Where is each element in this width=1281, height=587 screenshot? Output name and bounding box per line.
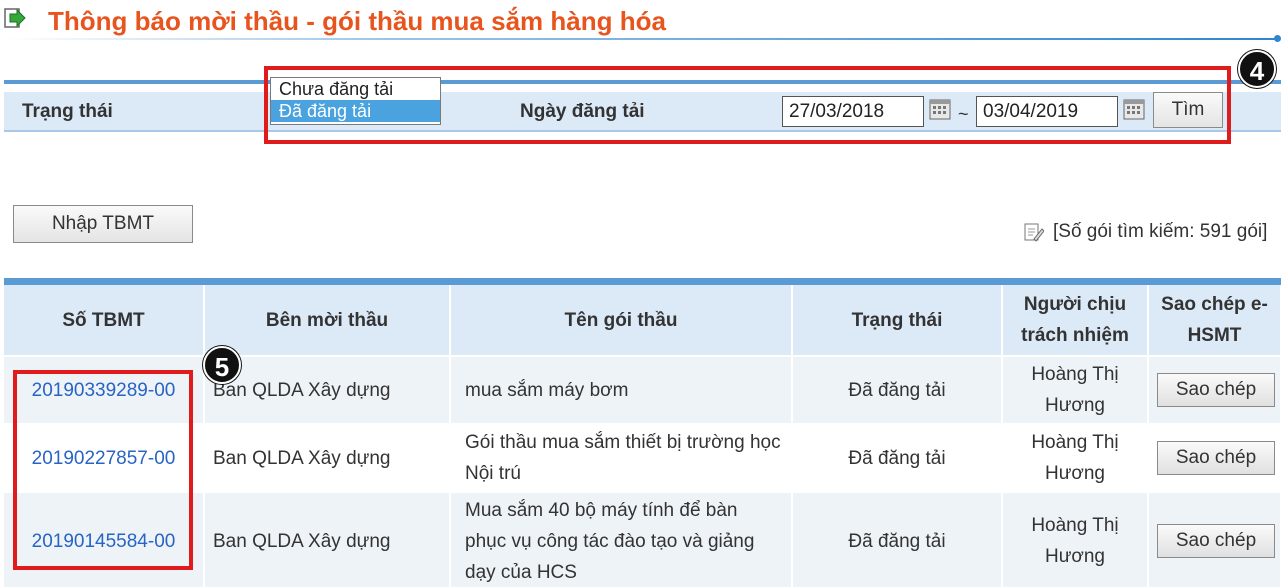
table-row: 20190145584-00 Ban QLDA Xây dựng Mua sắm… [4, 492, 1281, 587]
annotation-badge-5: 5 [203, 346, 241, 384]
document-edit-icon [1024, 223, 1044, 242]
page-title: Thông báo mời thầu - gói thầu mua sắm hà… [48, 6, 666, 36]
table-cell-status: Đã đăng tải [792, 492, 1003, 587]
annotation-badge-4: 4 [1238, 50, 1276, 88]
copy-button[interactable]: Sao chép [1157, 524, 1275, 558]
column-header-inviter: Bên mời thầu [204, 285, 451, 357]
table-cell-package: Mua sắm 40 bộ máy tính để bàn phục vụ cô… [450, 492, 793, 587]
page-header: Thông báo mời thầu - gói thầu mua sắm hà… [0, 0, 1281, 44]
status-listbox[interactable]: Chưa đăng tải Đã đăng tải [270, 77, 441, 125]
column-header-status: Trạng thái [792, 285, 1003, 357]
result-count: [Số gói tìm kiếm: 591 gói] [1053, 221, 1268, 242]
add-tbmt-button[interactable]: Nhập TBMT [13, 205, 193, 243]
copy-button[interactable]: Sao chép [1157, 441, 1275, 475]
date-to-input[interactable]: 03/04/2019 [976, 96, 1118, 127]
table-cell-person: Hoàng Thị Hương [1002, 424, 1149, 493]
copy-button[interactable]: Sao chép [1157, 373, 1275, 407]
tbmt-link[interactable]: 20190145584-00 [32, 531, 176, 552]
date-from-input[interactable]: 27/03/2018 [782, 96, 924, 127]
status-option-unpublished[interactable]: Chưa đăng tải [271, 78, 440, 100]
column-header-person: Người chịu trách nhiệm [1002, 285, 1149, 357]
column-header-package: Tên gói thầu [450, 285, 793, 357]
title-divider-dot [1274, 35, 1281, 42]
table-cell-package: mua sắm máy bơm [450, 356, 793, 425]
tbmt-link[interactable]: 20190227857-00 [32, 448, 176, 469]
table-cell-person: Hoàng Thị Hương [1002, 492, 1149, 587]
table-cell-status: Đã đăng tải [792, 424, 1003, 493]
table-row: 20190339289-00 Ban QLDA Xây dựng mua sắm… [4, 356, 1281, 425]
column-header-copy: Sao chép e-HSMT [1148, 285, 1281, 357]
tbmt-link[interactable]: 20190339289-00 [32, 380, 176, 401]
table-cell-package: Gói thầu mua sắm thiết bị trường học Nội… [450, 424, 793, 493]
status-option-published[interactable]: Đã đăng tải [271, 100, 440, 122]
filter-bar: Trạng thái Chưa đăng tải Đã đăng tải Ngà… [0, 77, 1281, 140]
arrow-right-icon [4, 8, 26, 28]
table-cell-person: Hoàng Thị Hương [1002, 356, 1149, 425]
table-row: 20190227857-00 Ban QLDA Xây dựng Gói thầ… [4, 424, 1281, 493]
status-label: Trạng thái [22, 101, 113, 122]
title-divider [6, 38, 1278, 40]
calendar-icon[interactable] [929, 98, 951, 120]
date-label: Ngày đăng tải [520, 101, 645, 122]
search-button[interactable]: Tìm [1153, 92, 1223, 128]
date-separator: ~ [958, 104, 969, 124]
table-cell-status: Đã đăng tải [792, 356, 1003, 425]
column-header-tbmt: Số TBMT [4, 285, 205, 357]
table-cell-inviter: Ban QLDA Xây dựng [204, 424, 451, 493]
calendar-icon[interactable] [1123, 98, 1145, 120]
table-cell-inviter: Ban QLDA Xây dựng [204, 492, 451, 587]
results-table: Số TBMT Bên mời thầu Tên gói thầu Trạng … [4, 278, 1281, 587]
